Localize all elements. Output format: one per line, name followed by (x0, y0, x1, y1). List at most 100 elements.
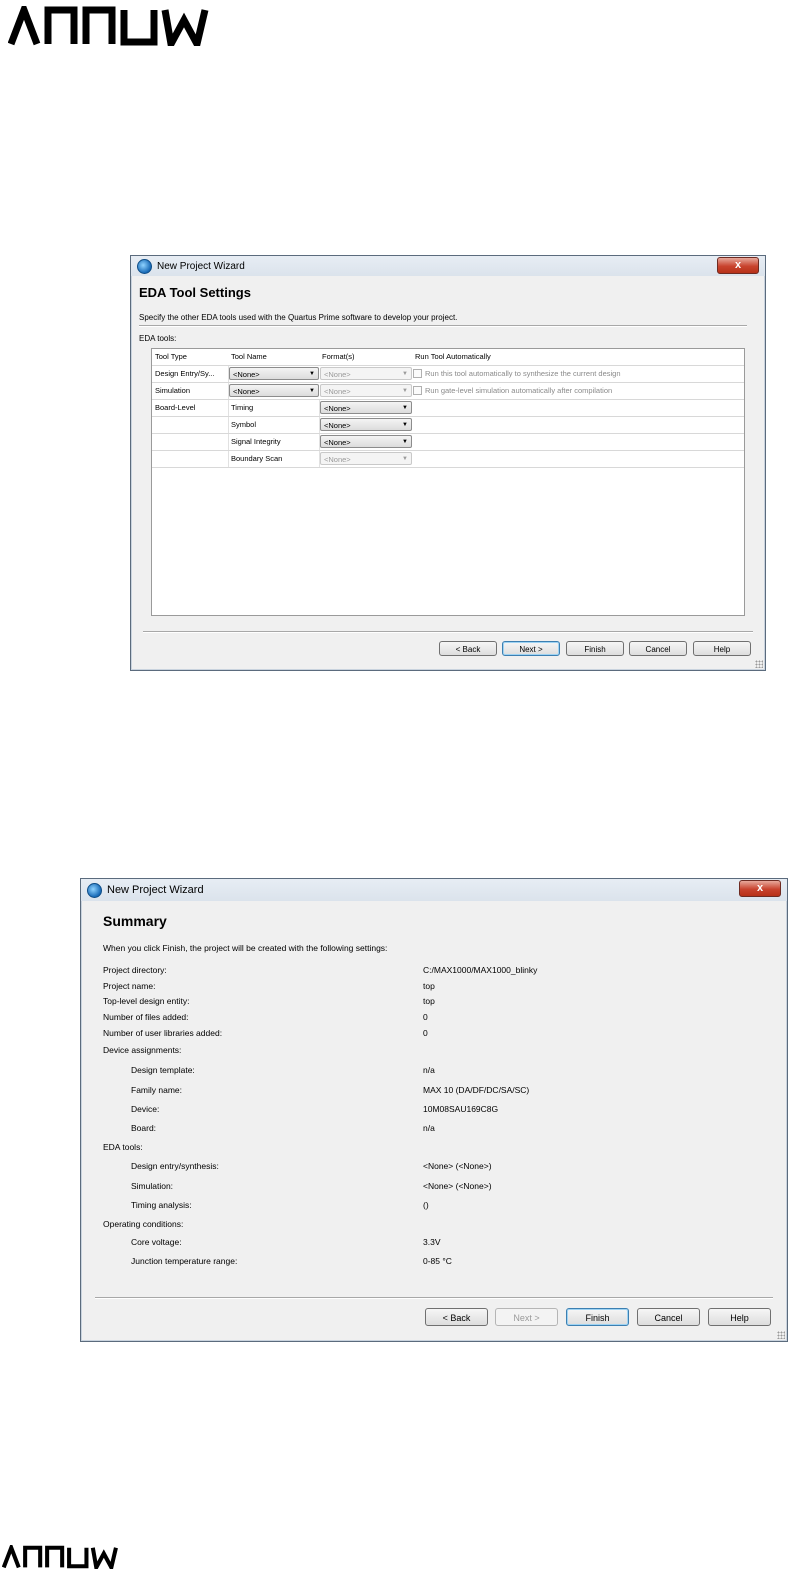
tool-name-dropdown[interactable]: <None> ▼ (229, 367, 319, 380)
tool-name-dropdown[interactable]: <None> ▼ (229, 384, 319, 397)
table-row: Symbol <None> ▼ (152, 417, 744, 434)
help-button[interactable]: Help (708, 1308, 771, 1326)
dropdown-arrow-icon: ▼ (309, 371, 315, 377)
dropdown-arrow-icon: ▼ (402, 405, 408, 411)
dropdown-value: <None> (324, 421, 351, 430)
tool-type-cell: Board-Level (155, 403, 196, 412)
summary-value: <None> (<None>) (423, 1161, 492, 1171)
close-button[interactable]: x (717, 257, 759, 274)
format-dropdown[interactable]: <None> ▼ (320, 452, 412, 465)
summary-label: Project directory: (103, 965, 167, 975)
summary-label: Board: (131, 1123, 157, 1133)
dropdown-value: <None> (324, 455, 351, 464)
back-button[interactable]: < Back (425, 1308, 488, 1326)
cancel-button[interactable]: Cancel (629, 641, 687, 656)
summary-value: C:/MAX1000/MAX1000_blinky (423, 965, 538, 975)
help-button[interactable]: Help (693, 641, 751, 656)
summary-intro: When you click Finish, the project will … (103, 943, 388, 953)
back-button[interactable]: < Back (439, 641, 497, 656)
summary-label: Timing analysis: (131, 1200, 192, 1210)
table-header: Tool Type Tool Name Format(s) Run Tool A… (152, 349, 744, 366)
divider (143, 631, 753, 633)
table-row: Board-Level Timing <None> ▼ (152, 400, 744, 417)
resize-grip[interactable] (755, 660, 763, 668)
summary-value: <None> (<None>) (423, 1181, 492, 1191)
summary-label: Device: (131, 1104, 160, 1114)
summary-value: 3.3V (423, 1237, 441, 1247)
summary-label: Simulation: (131, 1181, 174, 1191)
format-dropdown[interactable]: <None> ▼ (320, 418, 412, 431)
summary-label: Design entry/synthesis: (131, 1161, 219, 1171)
summary-value: MAX 10 (DA/DF/DC/SA/SC) (423, 1085, 530, 1095)
summary-label: Operating conditions: (103, 1219, 184, 1229)
summary-label: Junction temperature range: (131, 1256, 238, 1266)
format-dropdown[interactable]: <None> ▼ (320, 384, 412, 397)
arrow-logo-icon (2, 1545, 118, 1569)
next-button[interactable]: Next > (502, 641, 560, 656)
format-dropdown[interactable]: <None> ▼ (320, 367, 412, 380)
run-automatically-checkbox[interactable] (413, 369, 422, 378)
table-row: Simulation <None> ▼ <None> ▼ Run gate-leve… (152, 383, 744, 400)
tool-name-cell: Timing (231, 403, 254, 412)
summary-label: Top-level design entity: (103, 996, 190, 1006)
tool-name-cell: Boundary Scan (231, 454, 283, 463)
window-title: New Project Wizard (107, 884, 204, 896)
tool-type-cell (152, 417, 228, 433)
divider (95, 1297, 773, 1299)
window-title: New Project Wizard (157, 260, 245, 272)
dropdown-arrow-icon: ▼ (402, 456, 408, 462)
summary-label: Core voltage: (131, 1237, 182, 1247)
summary-label: Device assignments: (103, 1045, 182, 1055)
eda-tools-table: Tool Type Tool Name Format(s) Run Tool A… (151, 348, 745, 616)
tool-type-cell (152, 434, 228, 450)
summary-value: n/a (423, 1123, 435, 1133)
dropdown-arrow-icon: ▼ (402, 422, 408, 428)
format-dropdown[interactable]: <None> ▼ (320, 401, 412, 414)
quartus-app-icon (87, 882, 102, 898)
summary-window: New Project Wizard x Summary When you cl… (80, 878, 788, 1342)
tool-type-cell: Simulation (155, 386, 191, 395)
column-header-formats[interactable]: Format(s) (319, 349, 412, 365)
run-automatically-label: Run this tool automatically to synthesiz… (425, 369, 621, 378)
summary-label: Family name: (131, 1085, 183, 1095)
arrow-logo-icon (8, 6, 209, 46)
table-row: Signal Integrity <None> ▼ (152, 434, 744, 451)
summary-value: 10M08SAU169C8G (423, 1104, 499, 1114)
column-header-tool-name[interactable]: Tool Name (228, 349, 319, 365)
window-titlebar[interactable]: New Project Wizard x (81, 879, 787, 901)
cancel-button[interactable]: Cancel (637, 1308, 700, 1326)
finish-button[interactable]: Finish (566, 641, 624, 656)
summary-value: top (423, 981, 435, 991)
divider (139, 325, 747, 327)
eda-tool-settings-window: New Project Wizard x EDA Tool Settings S… (130, 255, 766, 671)
run-automatically-label: Run gate-level simulation automatically … (425, 386, 613, 395)
summary-value: 0 (423, 1028, 428, 1038)
dropdown-value: <None> (233, 387, 260, 396)
column-header-run-tool[interactable]: Run Tool Automatically (412, 349, 732, 365)
page-title: Summary (103, 913, 167, 929)
next-button[interactable]: Next > (495, 1308, 558, 1326)
run-automatically-checkbox[interactable] (413, 386, 422, 395)
tool-name-cell: Signal Integrity (231, 437, 281, 446)
dropdown-arrow-icon: ▼ (309, 388, 315, 394)
finish-button[interactable]: Finish (566, 1308, 629, 1326)
format-dropdown[interactable]: <None> ▼ (320, 435, 412, 448)
summary-label: Number of user libraries added: (103, 1028, 223, 1038)
tool-type-cell (152, 451, 228, 467)
dropdown-value: <None> (324, 438, 351, 447)
summary-value: 0-85 °C (423, 1256, 452, 1266)
arrow-logo-top (8, 6, 212, 46)
tool-type-cell: Design Entry/Sy... (155, 369, 215, 378)
summary-label: EDA tools: (103, 1142, 143, 1152)
summary-label: Number of files added: (103, 1012, 189, 1022)
resize-grip[interactable] (777, 1331, 785, 1339)
arrow-logo-bottom (2, 1545, 120, 1569)
column-header-tool-type[interactable]: Tool Type (152, 349, 228, 365)
window-titlebar[interactable]: New Project Wizard x (131, 256, 765, 276)
close-button[interactable]: x (739, 880, 781, 897)
eda-tools-label: EDA tools: (139, 334, 177, 343)
dropdown-arrow-icon: ▼ (402, 388, 408, 394)
summary-value: () (423, 1200, 429, 1210)
quartus-app-icon (137, 258, 152, 274)
page-title: EDA Tool Settings (139, 285, 251, 300)
